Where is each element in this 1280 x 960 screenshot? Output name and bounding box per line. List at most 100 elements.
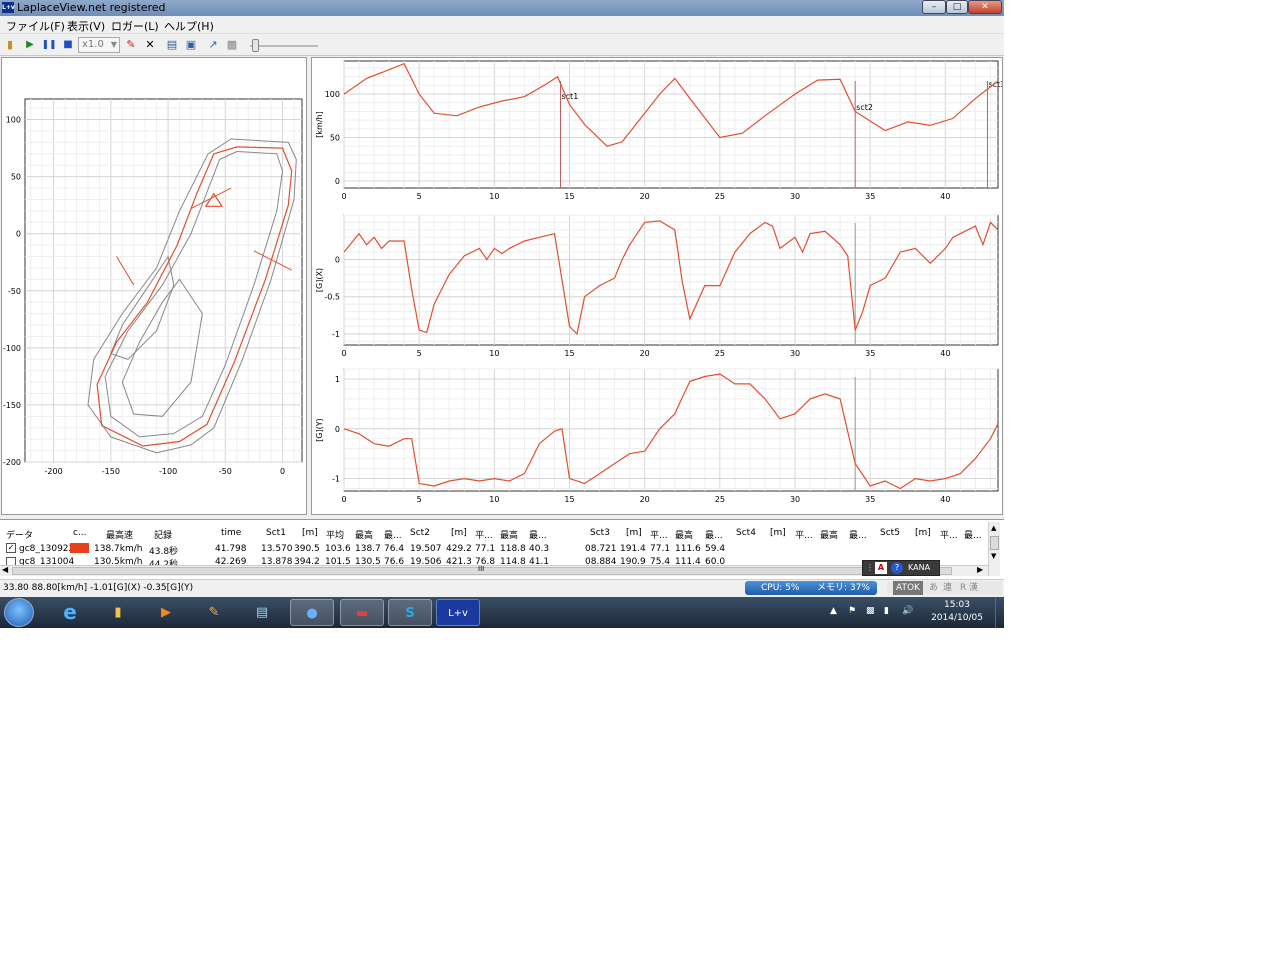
- skype-icon[interactable]: S: [388, 599, 432, 626]
- start-button[interactable]: [4, 598, 34, 627]
- column-header[interactable]: 記録: [154, 528, 172, 541]
- paint-icon[interactable]: ✎: [192, 599, 236, 626]
- column-header[interactable]: [m]: [626, 528, 642, 538]
- export-icon[interactable]: ▣: [183, 37, 199, 53]
- column-header[interactable]: 最...: [705, 528, 723, 541]
- print-icon[interactable]: ▩: [224, 37, 240, 53]
- column-header[interactable]: 平...: [650, 528, 668, 541]
- menu-help[interactable]: ヘルプ(H): [164, 18, 214, 34]
- column-header[interactable]: 最...: [964, 528, 982, 541]
- slider-thumb[interactable]: [252, 39, 259, 52]
- column-header[interactable]: 平...: [795, 528, 813, 541]
- column-header[interactable]: Sct2: [410, 528, 430, 538]
- column-header[interactable]: Sct4: [736, 528, 756, 538]
- column-header[interactable]: 最...: [384, 528, 402, 541]
- lap-data-table: データ c... 最高速 記録 time Sct1 [m] 平均 最高 最... Sct2 [m] 平.…: [0, 519, 1004, 579]
- color-swatch[interactable]: [70, 543, 89, 553]
- column-header[interactable]: [m]: [770, 528, 786, 538]
- x-tick-label: 0: [341, 192, 346, 201]
- column-header[interactable]: Sct3: [590, 528, 610, 538]
- x-tick-label: 25: [715, 349, 725, 358]
- ime-atok[interactable]: ATOK: [893, 581, 923, 595]
- menu-view[interactable]: 表示(V): [67, 18, 105, 34]
- table-cell: 111.6: [675, 544, 701, 554]
- minimize-button[interactable]: –: [922, 0, 946, 14]
- chart-icon[interactable]: ↗: [205, 37, 221, 53]
- column-header[interactable]: [m]: [451, 528, 467, 538]
- red-app-icon[interactable]: ▬: [340, 599, 384, 626]
- x-tick-label: 30: [790, 349, 800, 358]
- telemetry-charts[interactable]: 0510152025303540050100[km/h]sct1sct2sct3…: [312, 58, 1005, 514]
- column-header[interactable]: 平...: [940, 528, 958, 541]
- table-cell: 41.1: [529, 557, 550, 565]
- menu-file[interactable]: ファイル(F): [6, 18, 65, 34]
- page-icon[interactable]: ▤: [164, 37, 180, 53]
- table-cell: 390.5: [294, 544, 320, 554]
- show-desktop-button[interactable]: [995, 597, 1004, 628]
- x-tick-label: -50: [219, 467, 232, 476]
- playback-slider[interactable]: [250, 39, 318, 52]
- langbar-kana[interactable]: KANA: [908, 561, 930, 575]
- y-tick-label: -200: [3, 458, 21, 467]
- column-header[interactable]: [m]: [302, 528, 318, 538]
- network-icon[interactable]: ▮: [884, 606, 889, 616]
- scroll-left-icon[interactable]: ◀: [2, 565, 8, 574]
- media-player-icon[interactable]: ▶: [144, 599, 188, 626]
- column-header[interactable]: 最高: [500, 528, 518, 541]
- close-button[interactable]: ✕: [968, 0, 1002, 14]
- flag-icon[interactable]: ⚑: [848, 606, 856, 616]
- device-icon[interactable]: ▩: [866, 606, 875, 616]
- row-checkbox[interactable]: ✓: [6, 543, 16, 553]
- laplaceview-task[interactable]: L+v: [436, 599, 480, 626]
- column-header[interactable]: 最高: [820, 528, 838, 541]
- pen-icon[interactable]: ✎: [123, 37, 139, 53]
- column-header[interactable]: 最...: [529, 528, 547, 541]
- column-header[interactable]: time: [221, 528, 241, 538]
- chart-1: 0 5 10 15 20 25 30 35 40 0 50 100 [km/h] sct1 sct2 sct3: [315, 60, 1005, 201]
- column-header[interactable]: 最高: [355, 528, 373, 541]
- notepad-icon[interactable]: ▤: [240, 599, 284, 626]
- pause-icon[interactable]: ❚❚: [41, 37, 57, 53]
- grip-icon: ⋮: [866, 563, 874, 572]
- column-header[interactable]: [m]: [915, 528, 931, 538]
- column-header[interactable]: 平均: [326, 528, 344, 541]
- help-icon[interactable]: ?: [891, 562, 903, 574]
- folder-icon[interactable]: ▮: [96, 599, 140, 626]
- atok-icon[interactable]: A: [875, 562, 887, 574]
- volume-icon[interactable]: 🔊: [902, 606, 913, 616]
- ime-hiragana[interactable]: あ: [929, 581, 938, 595]
- scroll-right-icon[interactable]: ▶: [977, 565, 983, 574]
- column-header[interactable]: Sct1: [266, 528, 286, 538]
- play-icon[interactable]: ▶: [22, 37, 38, 53]
- row-checkbox[interactable]: [6, 557, 16, 565]
- table-cell: 76.4: [384, 544, 405, 554]
- speed-select[interactable]: x1.0 ▼: [78, 37, 120, 53]
- column-header[interactable]: 最...: [849, 528, 867, 541]
- vertical-scrollbar[interactable]: ▲ ▼: [988, 522, 1000, 576]
- table-cell: 60.0: [705, 557, 726, 565]
- close-icon[interactable]: ✕: [142, 37, 158, 53]
- column-header[interactable]: データ: [6, 528, 33, 541]
- track-map[interactable]: -200 -150 -100 -50 0 100 50 0 -50 -100 -150 -200: [2, 58, 306, 514]
- column-header[interactable]: Sct5: [880, 528, 900, 538]
- open-folder-icon[interactable]: ▮: [2, 37, 18, 53]
- column-header[interactable]: 最高速: [106, 528, 133, 541]
- scroll-down-icon[interactable]: ▼: [991, 552, 996, 560]
- ie-icon[interactable]: e: [48, 599, 92, 626]
- column-header[interactable]: 平...: [475, 528, 493, 541]
- vscroll-thumb[interactable]: [990, 536, 999, 550]
- ime-conversion[interactable]: 連: [943, 581, 952, 595]
- clock[interactable]: 15:03 2014/10/05: [922, 599, 992, 625]
- scroll-up-icon[interactable]: ▲: [991, 524, 996, 532]
- maximize-button[interactable]: □: [946, 0, 968, 14]
- menu-logger[interactable]: ロガー(L): [111, 18, 159, 34]
- column-header[interactable]: 最高: [675, 528, 693, 541]
- tray-expand-icon[interactable]: ▲: [830, 606, 837, 616]
- horizontal-scrollbar[interactable]: ◀ III ▶: [0, 565, 988, 576]
- stop-icon[interactable]: ■: [60, 37, 76, 53]
- column-header[interactable]: c...: [73, 528, 87, 538]
- taskbar: e ▮ ▶ ✎ ▤ ● ▬ S L+v ▲ ⚑ ▩ ▮ 🔊 15:03 2014…: [0, 597, 1004, 628]
- ime-kanji[interactable]: 漢: [969, 581, 978, 595]
- app-orb-icon[interactable]: ●: [290, 599, 334, 626]
- ime-roman[interactable]: R: [960, 581, 966, 595]
